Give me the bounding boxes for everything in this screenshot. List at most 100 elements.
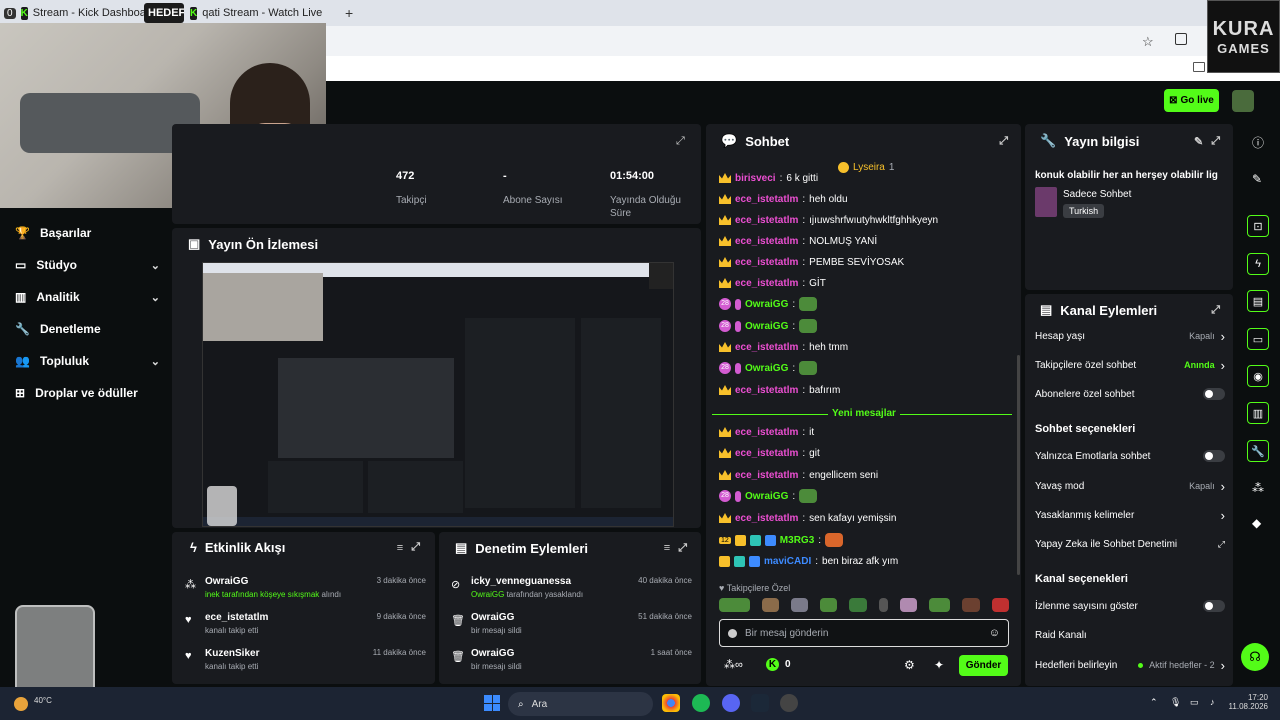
chat-message[interactable]: ece_istetatlm: heh tmm: [719, 338, 848, 356]
chat-message[interactable]: ece_istetatlm: PEMBE SEVİYOSAK: [719, 253, 904, 271]
chat-username[interactable]: ece_istetatlm: [735, 278, 798, 289]
volume-icon[interactable]: ♪: [1210, 697, 1215, 707]
broadcast-icon[interactable]: ◉: [1247, 365, 1269, 387]
chat-input[interactable]: Bir mesaj gönderin ☺: [719, 619, 1009, 647]
sidebar-item-community[interactable]: 👥 Topluluk ⌄: [15, 351, 160, 371]
chat-emote[interactable]: [799, 297, 818, 311]
tray-chevron-icon[interactable]: ⌃: [1150, 697, 1158, 708]
chat-message[interactable]: ece_istetatlm: sen kafayı yemişsin: [719, 509, 896, 527]
setting-toggle[interactable]: [1203, 450, 1225, 462]
spotify-icon[interactable]: [692, 694, 710, 712]
emote[interactable]: [991, 598, 1009, 612]
chat-message[interactable]: 28 OwraiGG:: [719, 359, 818, 377]
chat-emote[interactable]: [799, 489, 818, 503]
tab-kick-dashboard[interactable]: 0 K Stream - Kick Dashboard: [4, 3, 144, 23]
points-icon[interactable]: ⁂: [1252, 481, 1264, 495]
taskbar-search[interactable]: ⌕ Ara: [508, 692, 653, 716]
network-icon[interactable]: ▭: [1190, 697, 1199, 708]
chat-message[interactable]: 28 OwraiGG:: [719, 295, 818, 313]
emote[interactable]: [849, 598, 867, 612]
folder-icon[interactable]: [1193, 62, 1205, 72]
emote-picker-row[interactable]: [719, 598, 1009, 614]
chat-username[interactable]: maviCADI: [764, 556, 811, 567]
chat-message[interactable]: ece_istetatlm: heh oldu: [719, 190, 848, 208]
sidebar-item-analytics[interactable]: ▥ Analitik ⌄: [15, 287, 160, 307]
chat-username[interactable]: ece_istetatlm: [735, 513, 798, 524]
sidebar-item-moderation[interactable]: 🔧 Denetleme: [15, 319, 160, 339]
discord-icon[interactable]: [722, 694, 740, 712]
gem-icon[interactable]: ◆: [1252, 516, 1261, 530]
chat-username[interactable]: birisveci: [735, 173, 776, 184]
chat-username[interactable]: ece_istetatlm: [735, 342, 798, 353]
emote[interactable]: [900, 598, 918, 612]
emote[interactable]: [761, 598, 779, 612]
chat-username[interactable]: ece_istetatlm: [735, 215, 798, 226]
emote[interactable]: [878, 598, 889, 612]
setting-row[interactable]: Takipçilere özel sohbet Anında ›: [1035, 357, 1225, 373]
taskbar-clock[interactable]: 17:20 11.08.2026: [1228, 693, 1268, 711]
chat-message[interactable]: ece_istetatlm: engellicem seni: [719, 466, 878, 484]
emote[interactable]: [962, 598, 980, 612]
chat-message[interactable]: ece_istetatlm: NOLMUŞ YANİ: [719, 232, 877, 250]
chat-username[interactable]: OwraiGG: [745, 491, 788, 502]
chat-username[interactable]: ece_istetatlm: [735, 194, 798, 205]
chat-username[interactable]: ece_istetatlm: [735, 257, 798, 268]
setting-row[interactable]: İzlenme sayısını göster: [1035, 598, 1225, 614]
emoji-icon[interactable]: ☺: [989, 627, 1000, 639]
chat-username[interactable]: ece_istetatlm: [735, 470, 798, 481]
chat-emote[interactable]: [799, 319, 818, 333]
chat-scrollbar[interactable]: [1017, 355, 1020, 575]
chat-icon[interactable]: ▭: [1247, 328, 1269, 350]
support-icon[interactable]: ☊: [1241, 643, 1269, 671]
chat-username[interactable]: OwraiGG: [745, 321, 788, 332]
server-icon[interactable]: ▥: [1247, 402, 1269, 424]
chat-username[interactable]: OwraiGG: [745, 363, 788, 374]
camera-icon[interactable]: ⊡: [1247, 215, 1269, 237]
setting-row[interactable]: Yalnızca Emotlarla sohbet: [1035, 448, 1225, 464]
chat-username[interactable]: ece_istetatlm: [735, 448, 798, 459]
chat-points-icon[interactable]: ⁂∞: [724, 658, 743, 671]
chat-message[interactable]: maviCADI: ben biraz afk yım: [719, 552, 898, 570]
pencil-icon[interactable]: ✎: [1252, 172, 1262, 186]
wrench-icon[interactable]: 🔧: [1247, 440, 1269, 462]
chat-message[interactable]: ece_istetatlm: it: [719, 423, 814, 441]
chat-message[interactable]: ece_istetatlm: git: [719, 444, 820, 462]
extensions-icon[interactable]: [1175, 33, 1187, 45]
tab-group-badge[interactable]: HEDEF: [144, 3, 184, 23]
document-icon[interactable]: ▤: [1247, 290, 1269, 312]
chat-message[interactable]: ece_istetatlm: GİT: [719, 274, 826, 292]
send-button[interactable]: Gönder: [959, 655, 1008, 676]
emote[interactable]: [790, 598, 809, 612]
chat-message[interactable]: 28 OwraiGG:: [719, 487, 818, 505]
chat-emote[interactable]: [825, 533, 844, 547]
puzzle-icon[interactable]: ✦: [934, 658, 944, 672]
obs-icon[interactable]: [780, 694, 798, 712]
external-link-icon[interactable]: ⤢: [676, 135, 685, 148]
sidebar-item-achievements[interactable]: 🏆 Başarılar: [15, 223, 160, 243]
chat-message[interactable]: 12 M3RG3:: [719, 531, 844, 549]
setting-row[interactable]: Hedefleri belirleyin Aktif hedefler - 2 ›: [1035, 657, 1225, 673]
microphone-icon[interactable]: 🎙: [1170, 697, 1181, 708]
external-link-icon[interactable]: ⤢: [1211, 135, 1220, 148]
lightning-icon[interactable]: ϟ: [1247, 253, 1269, 275]
tab-watch-live[interactable]: K qati Stream - Watch Live o: [190, 3, 325, 23]
setting-row[interactable]: Yapay Zeka ile Sohbet Denetimi ⤢: [1035, 536, 1225, 552]
sidebar-item-studio[interactable]: ▭ Stüdyo ⌄: [15, 255, 160, 275]
setting-toggle[interactable]: [1203, 388, 1225, 400]
external-link-icon[interactable]: ⤢: [999, 135, 1008, 148]
external-link-icon[interactable]: ⤢: [678, 542, 687, 555]
windows-start-icon[interactable]: [484, 695, 500, 711]
pinned-gifter[interactable]: Lyseira 1: [838, 162, 894, 173]
info-icon[interactable]: ⓘ: [1252, 134, 1264, 151]
chat-message[interactable]: ece_istetatlm: bafırım: [719, 381, 840, 399]
emote[interactable]: [820, 598, 838, 612]
chat-message[interactable]: 28 OwraiGG:: [719, 317, 818, 335]
external-link-icon[interactable]: ⤢: [1211, 304, 1220, 317]
setting-row[interactable]: Abonelere özel sohbet: [1035, 386, 1225, 402]
new-tab-button[interactable]: +: [345, 3, 353, 23]
setting-row[interactable]: Raid Kanalı: [1035, 627, 1225, 643]
setting-row[interactable]: Yavaş mod Kapalı ›: [1035, 478, 1225, 494]
emote[interactable]: [719, 598, 750, 612]
weather-icon[interactable]: [14, 697, 28, 711]
chat-username[interactable]: OwraiGG: [745, 299, 788, 310]
